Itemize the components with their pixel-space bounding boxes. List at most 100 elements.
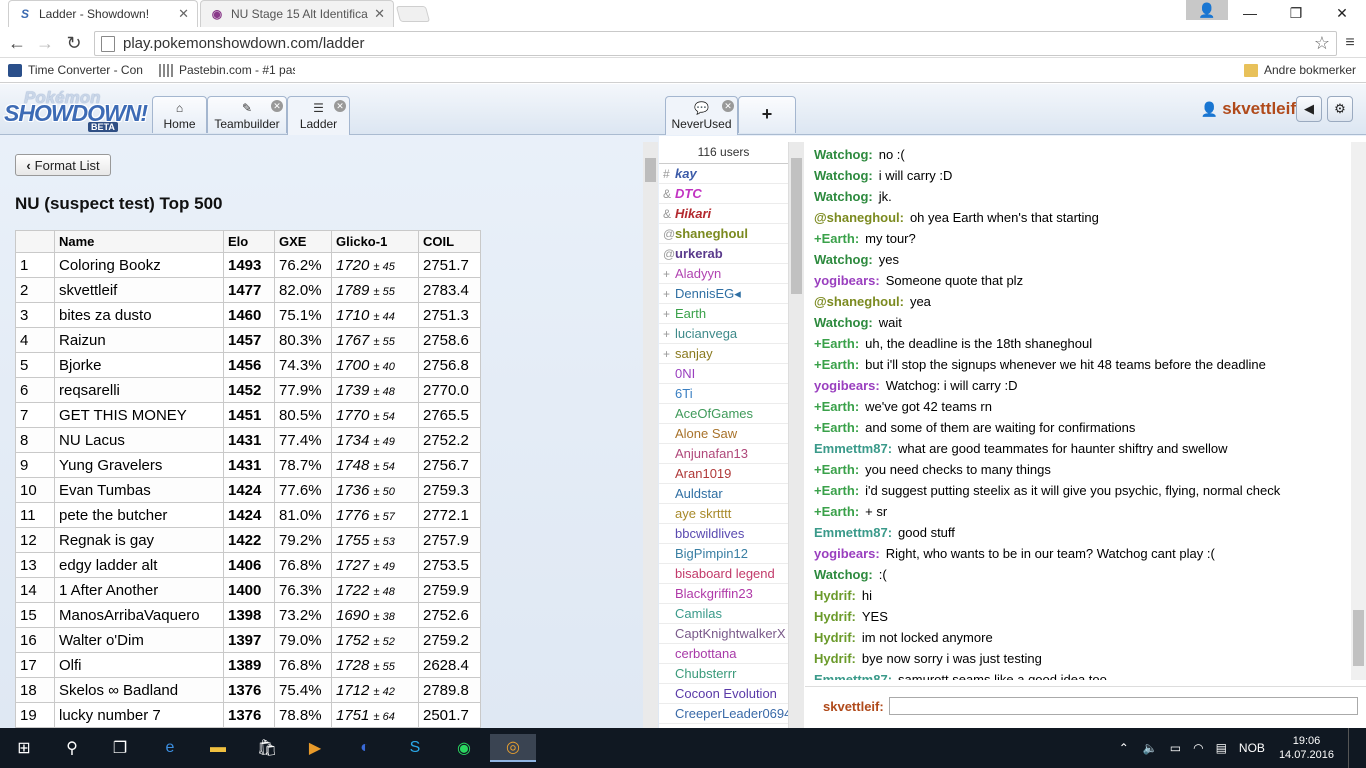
chat-author[interactable]: Watchog:	[814, 189, 873, 204]
minimize-icon[interactable]: —	[1227, 0, 1273, 26]
ladder-scrollbar[interactable]	[643, 142, 658, 728]
chat-author[interactable]: Emmettm87:	[814, 672, 892, 680]
chat-author[interactable]: +Earth:	[814, 336, 859, 351]
edge-icon[interactable]: e	[155, 734, 185, 762]
userlist-item[interactable]: BigPimpin12	[659, 544, 788, 564]
userlist-item[interactable]: @urkerab	[659, 244, 788, 264]
userlist-item[interactable]: + DennisEG◂	[659, 284, 788, 304]
wifi-icon[interactable]: ◠	[1193, 741, 1203, 755]
cell-name[interactable]: GET THIS MONEY	[54, 402, 224, 428]
notifications-icon[interactable]: ▤	[1216, 741, 1227, 755]
userlist-item[interactable]: Chubsterrr	[659, 664, 788, 684]
search-icon[interactable]: ⚲	[57, 734, 87, 762]
browser-tab-forum[interactable]: ◉ NU Stage 15 Alt Identifica ✕	[200, 0, 394, 27]
chat-author[interactable]: @shaneghoul:	[814, 210, 904, 225]
chat-author[interactable]: Emmettm87:	[814, 525, 892, 540]
cell-name[interactable]: pete the butcher	[54, 502, 224, 528]
chat-author[interactable]: yogibears:	[814, 273, 880, 288]
userlist-item[interactable]: 0NI	[659, 364, 788, 384]
close-tab-icon[interactable]: ✕	[178, 6, 189, 22]
userlist-item[interactable]: Aran1019	[659, 464, 788, 484]
userlist-item[interactable]: Auldstar	[659, 484, 788, 504]
chrome-icon[interactable]: ◎	[490, 734, 536, 762]
chat-author[interactable]: Watchog:	[814, 315, 873, 330]
profile-icon[interactable]: 👤	[1186, 0, 1228, 20]
close-icon[interactable]: ✕	[722, 100, 734, 112]
scroll-thumb[interactable]	[791, 158, 802, 294]
cell-name[interactable]: Regnak is gay	[54, 527, 224, 553]
cell-name[interactable]: Raizun	[54, 327, 224, 353]
other-bookmarks-folder[interactable]: Andre bokmerker	[1244, 63, 1356, 77]
userlist-item[interactable]: @shaneghoul	[659, 224, 788, 244]
cell-name[interactable]: ManosArribaVaquero	[54, 602, 224, 628]
userlist-item[interactable]: + lucianvega	[659, 324, 788, 344]
cell-name[interactable]: Skelos ∞ Badland	[54, 677, 224, 703]
userlist-item[interactable]: & DTC	[659, 184, 788, 204]
userlist-item[interactable]: 6Ti	[659, 384, 788, 404]
chat-author[interactable]: Emmettm87:	[814, 441, 892, 456]
battery-icon[interactable]: ▭	[1170, 741, 1181, 755]
bookmark-pastebin[interactable]: Pastebin.com - #1 pas	[159, 63, 295, 77]
userlist-item[interactable]: CaptKnightwalkerX	[659, 624, 788, 644]
sound-icon[interactable]: ◀	[1296, 96, 1322, 122]
task-view-icon[interactable]: ❐	[105, 734, 135, 762]
chat-author[interactable]: +Earth:	[814, 420, 859, 435]
close-icon[interactable]: ✕	[334, 100, 346, 112]
showdown-logo[interactable]: Pokémon SHOWDOWN! BETA	[4, 88, 149, 132]
cell-name[interactable]: reqsarelli	[54, 377, 224, 403]
chat-author[interactable]: Hydrif:	[814, 588, 856, 603]
media-player-icon[interactable]: ▶	[300, 734, 330, 762]
cell-name[interactable]: Evan Tumbas	[54, 477, 224, 503]
userlist-item[interactable]: # kay	[659, 164, 788, 184]
clock[interactable]: 19:06 14.07.2016	[1279, 734, 1334, 762]
userlist-item[interactable]: cerbottana	[659, 644, 788, 664]
chat-author[interactable]: Hydrif:	[814, 609, 856, 624]
tab-home[interactable]: ⌂ Home	[152, 96, 207, 133]
tab-room-neverused[interactable]: ✕ 💬 NeverUsed	[665, 96, 738, 135]
new-tab-button[interactable]	[395, 6, 431, 22]
chat-author[interactable]: +Earth:	[814, 399, 859, 414]
chat-author[interactable]: yogibears:	[814, 546, 880, 561]
cell-name[interactable]: 1 After Another	[54, 577, 224, 603]
chat-author[interactable]: Hydrif:	[814, 651, 856, 666]
menu-icon[interactable]: ≡	[1339, 32, 1361, 54]
forward-arrow-icon[interactable]: →	[34, 32, 56, 54]
chat-input[interactable]	[889, 697, 1358, 715]
chat-author[interactable]: +Earth:	[814, 357, 859, 372]
cell-name[interactable]: Yung Gravelers	[54, 452, 224, 478]
format-list-button[interactable]: ‹ Format List	[15, 154, 111, 176]
chat-scrollbar[interactable]	[1351, 142, 1366, 680]
cell-name[interactable]: edgy ladder alt	[54, 552, 224, 578]
userlist-item[interactable]: + Earth	[659, 304, 788, 324]
cell-name[interactable]: NU Lacus	[54, 427, 224, 453]
chat-author[interactable]: Watchog:	[814, 168, 873, 183]
userlist-item[interactable]: + Aladyyn	[659, 264, 788, 284]
action-center-icon[interactable]	[1348, 728, 1356, 768]
close-icon[interactable]: ✕	[271, 100, 283, 112]
close-tab-icon[interactable]: ✕	[374, 6, 385, 22]
file-explorer-icon[interactable]: ▬	[203, 734, 233, 762]
chat-author[interactable]: +Earth:	[814, 483, 859, 498]
browser-tab-ladder[interactable]: S Ladder - Showdown! ✕	[8, 0, 198, 27]
chat-author[interactable]: Watchog:	[814, 252, 873, 267]
userlist-item[interactable]: Camilas	[659, 604, 788, 624]
userlist-item[interactable]: Cocoon Evolution	[659, 684, 788, 704]
userlist-item[interactable]: Alone Saw	[659, 424, 788, 444]
store-icon[interactable]: 🛍	[252, 734, 282, 762]
userlist-item[interactable]: CreeperLeader0694	[659, 704, 788, 724]
back-arrow-icon[interactable]: ←	[6, 32, 28, 54]
userlist-item[interactable]: Anjunafan13	[659, 444, 788, 464]
userlist-item[interactable]: bisaboard legend	[659, 564, 788, 584]
star-icon[interactable]: ☆	[1308, 33, 1336, 54]
scroll-thumb[interactable]	[1353, 610, 1364, 666]
cell-name[interactable]: bites za dusto	[54, 302, 224, 328]
restore-icon[interactable]: ❐	[1273, 0, 1319, 26]
user-menu[interactable]: 👤 skvettleif	[1201, 99, 1296, 119]
reload-icon[interactable]: ↻	[63, 32, 85, 54]
userlist-scrollbar[interactable]	[789, 142, 804, 728]
cell-name[interactable]: lucky number 7	[54, 702, 224, 728]
chat-author[interactable]: yogibears:	[814, 378, 880, 393]
language-indicator[interactable]: NOB	[1239, 741, 1265, 755]
url-bar[interactable]: play.pokemonshowdown.com/ladder ☆	[94, 31, 1337, 56]
chevron-up-icon[interactable]: ⌃	[1119, 741, 1129, 755]
